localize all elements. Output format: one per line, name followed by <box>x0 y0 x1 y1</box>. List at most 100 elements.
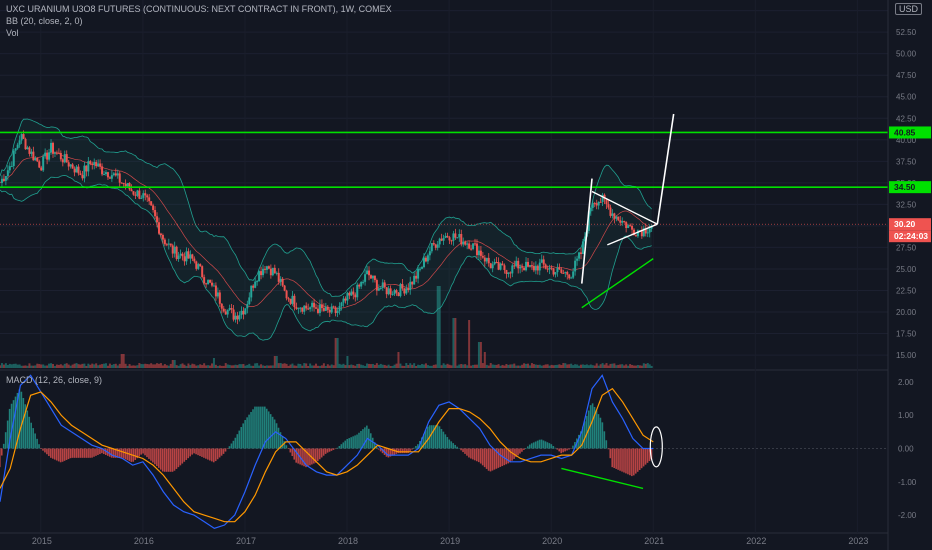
volume-bar <box>183 364 186 368</box>
volume-bar <box>240 364 243 368</box>
volume-bar <box>287 365 290 368</box>
volume-bar <box>106 365 109 368</box>
chart-canvas[interactable]: 15.0017.5020.0022.5025.0027.5030.0032.50… <box>0 0 932 550</box>
volume-bar <box>6 365 9 368</box>
volume-bar <box>0 365 1 368</box>
candle-body <box>67 162 70 167</box>
macd-histogram-bar <box>411 448 413 450</box>
macd-histogram-bar <box>301 448 303 466</box>
volume-bar <box>527 363 530 368</box>
candle-body <box>578 252 581 259</box>
macd-indicator-label[interactable]: MACD (12, 26, close, 9) <box>6 375 102 385</box>
candle-body <box>305 305 308 309</box>
candle-body <box>401 283 404 289</box>
macd-histogram-bar <box>330 448 333 451</box>
macd-histogram-bar <box>548 443 551 449</box>
volume-bar <box>556 364 559 368</box>
volume-bar <box>265 365 268 368</box>
macd-histogram-bar <box>216 448 219 460</box>
macd-histogram-bar <box>65 448 68 460</box>
macd-histogram-bar <box>63 448 66 461</box>
macd-histogram-bar <box>511 448 513 461</box>
volume-bar <box>18 364 21 368</box>
candle-body <box>493 261 496 265</box>
macd-histogram-bar <box>460 448 462 451</box>
macd-histogram-bar <box>534 441 537 449</box>
volume-bar <box>167 365 170 368</box>
macd-histogram-bar <box>22 397 25 449</box>
macd-histogram-bar <box>477 448 480 463</box>
volume-bar <box>89 364 92 368</box>
macd-histogram-bar <box>34 433 36 449</box>
volume-bar <box>497 364 500 368</box>
macd-histogram-bar <box>438 426 441 449</box>
candle-body <box>267 266 270 269</box>
volume-bar <box>138 363 141 368</box>
macd-histogram-bar <box>466 448 468 456</box>
candle-body <box>150 201 153 206</box>
macd-histogram-bar <box>407 448 409 454</box>
macd-histogram-bar <box>99 448 101 455</box>
currency-badge[interactable]: USD <box>894 3 922 15</box>
candle-body <box>629 225 632 227</box>
volume-bar <box>81 363 84 368</box>
candle-body <box>110 175 113 179</box>
volume-indicator-label[interactable]: Vol <box>6 28 19 38</box>
candle-body <box>291 295 294 304</box>
bb-indicator-label[interactable]: BB (20, close, 2, 0) <box>6 16 83 26</box>
volume-bar <box>289 364 292 368</box>
candle-body <box>371 275 374 279</box>
candle-body <box>320 304 323 309</box>
macd-histogram-bar <box>636 448 639 472</box>
candle-body <box>101 166 104 175</box>
candle-body <box>609 207 612 216</box>
volume-bar <box>246 364 249 368</box>
candle-body <box>576 258 579 261</box>
candle-body <box>112 173 115 176</box>
macd-histogram-bar <box>269 414 272 449</box>
macd-histogram-bar <box>591 403 594 449</box>
macd-histogram-bar <box>560 448 562 454</box>
macd-histogram-bar <box>603 431 606 449</box>
macd-histogram-bar <box>262 406 264 449</box>
macd-histogram-bar <box>189 448 191 457</box>
volume-bar <box>209 365 212 368</box>
volume-bar <box>114 363 117 368</box>
volume-bar <box>179 364 182 368</box>
candle-body <box>65 154 68 163</box>
macd-histogram-bar <box>183 448 186 462</box>
volume-bar <box>173 360 176 368</box>
macd-tick-label: -2.00 <box>898 511 917 520</box>
candle-body <box>466 243 469 245</box>
candle-body <box>364 274 367 282</box>
volume-bar <box>379 363 382 368</box>
candle-body <box>424 257 427 262</box>
price-tick-label: 25.00 <box>896 265 917 274</box>
volume-bar <box>599 364 602 368</box>
volume-bar <box>421 364 424 368</box>
candle-body <box>252 285 255 288</box>
macd-histogram-bar <box>226 448 229 450</box>
candle-body <box>495 261 498 263</box>
candle-body <box>226 309 229 315</box>
candle-body <box>483 257 486 262</box>
macd-histogram-bar <box>546 442 549 449</box>
macd-histogram-bar <box>167 448 170 472</box>
volume-bar <box>67 364 70 368</box>
candle-body <box>299 307 302 309</box>
volume-bar <box>322 363 325 368</box>
volume-bar <box>303 363 306 368</box>
candle-body <box>611 213 614 216</box>
volume-bar <box>521 364 524 368</box>
macd-histogram-bar <box>527 446 529 449</box>
candle-body <box>338 306 341 312</box>
candle-body <box>528 265 531 267</box>
volume-bar <box>371 363 374 368</box>
candle-body <box>169 243 172 246</box>
volume-bar <box>564 363 567 368</box>
macd-histogram-bar <box>483 448 486 468</box>
drawings <box>561 113 675 490</box>
candle-body <box>16 144 19 149</box>
candle-body <box>517 260 520 269</box>
volume-bar <box>309 363 312 368</box>
